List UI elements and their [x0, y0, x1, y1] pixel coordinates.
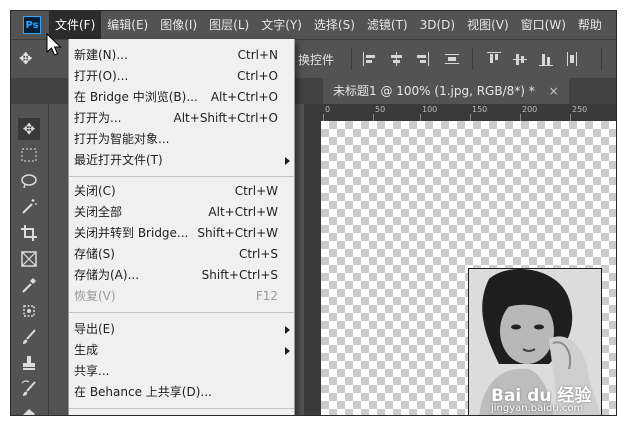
menu-item-browse-bridge[interactable]: 在 Bridge 中浏览(B)... Alt+Ctrl+O [69, 87, 294, 108]
photoshop-window: Ps 文件(F) 编辑(E) 图像(I) 图层(L) 文字(Y) 选择(S) 滤… [10, 10, 617, 416]
menu-item-close-go-bridge[interactable]: 关闭并转到 Bridge... Shift+Ctrl+W [69, 223, 294, 244]
menu-help[interactable]: 帮助 [572, 11, 608, 39]
distribute-icon[interactable] [445, 52, 459, 66]
align-center-icon[interactable] [389, 52, 403, 66]
frame-icon[interactable] [18, 248, 40, 270]
menu-item-open-smart-object[interactable]: 打开为智能对象... [69, 129, 294, 150]
brush-icon[interactable] [18, 326, 40, 348]
lasso-icon[interactable] [18, 170, 40, 192]
menu-image[interactable]: 图像(I) [154, 11, 203, 39]
menu-filter[interactable]: 滤镜(T) [361, 11, 414, 39]
menu-type[interactable]: 文字(Y) [255, 11, 308, 39]
menu-item-new[interactable]: 新建(N)... Ctrl+N [69, 45, 294, 66]
align-left-icon[interactable] [363, 52, 377, 66]
crop-icon[interactable] [18, 222, 40, 244]
submenu-arrow-icon [285, 157, 290, 165]
menu-item-save-as[interactable]: 存储为(A)... Shift+Ctrl+S [69, 265, 294, 286]
marquee-icon[interactable] [18, 144, 40, 166]
eyedropper-icon[interactable] [18, 274, 40, 296]
distribute-vertical-icon[interactable] [565, 52, 579, 66]
menu-separator [69, 408, 294, 409]
menu-view[interactable]: 视图(V) [461, 11, 515, 39]
menu-item-close-all[interactable]: 关闭全部 Alt+Ctrl+W [69, 202, 294, 223]
menubar: Ps 文件(F) 编辑(E) 图像(I) 图层(L) 文字(Y) 选择(S) 滤… [11, 11, 616, 39]
align-middle-icon[interactable] [513, 52, 527, 66]
document-tab-title: 未标题1 @ 100% (1.jpg, RGB/8*) * [333, 84, 535, 98]
menu-item-share-behance[interactable]: 在 Behance 上共享(D)... [69, 382, 294, 403]
mouse-cursor-icon [46, 33, 62, 56]
horizontal-ruler[interactable]: 0 50 100 150 200 250 [304, 104, 616, 121]
menu-layer[interactable]: 图层(L) [203, 11, 255, 39]
submenu-arrow-icon [285, 326, 290, 334]
menu-item-revert: 恢复(V) F12 [74, 289, 278, 303]
separator [472, 48, 473, 70]
ruler-tick-label: 50 [375, 105, 386, 114]
ruler-tick-label: 250 [572, 105, 588, 114]
ruler-tick-label: 100 [422, 105, 438, 114]
vertical-ruler[interactable] [304, 121, 321, 415]
menu-item-open-as[interactable]: 打开为... Alt+Shift+Ctrl+O [69, 108, 294, 129]
align-top-icon[interactable] [487, 52, 501, 66]
watermark-url: jingyan.baidu.com [491, 403, 584, 414]
menu-item-generate[interactable]: 生成 [69, 340, 294, 361]
menu-item-save[interactable]: 存储(S) Ctrl+S [69, 244, 294, 265]
menu-item-open[interactable]: 打开(O)... Ctrl+O [69, 66, 294, 87]
menu-window[interactable]: 窗口(W) [515, 11, 572, 39]
menu-edit[interactable]: 编辑(E) [101, 11, 154, 39]
menu-item-close[interactable]: 关闭(C) Ctrl+W [69, 181, 294, 202]
transform-controls-label[interactable]: 换控件 [298, 51, 334, 68]
submenu-arrow-icon [285, 347, 290, 355]
ps-logo[interactable]: Ps [23, 16, 41, 34]
menu-item-open-recent[interactable]: 最近打开文件(T) [69, 150, 294, 171]
menu-separator [69, 312, 294, 313]
menu-3d[interactable]: 3D(D) [414, 11, 461, 39]
move-tool-preset-icon[interactable]: ✥ [19, 49, 32, 68]
align-right-icon[interactable] [415, 52, 429, 66]
history-brush-icon[interactable] [18, 378, 40, 400]
ruler-tick-label: 200 [522, 105, 538, 114]
menu-select[interactable]: 选择(S) [308, 11, 361, 39]
separator [351, 48, 352, 70]
eraser-icon[interactable] [18, 402, 40, 415]
stamp-icon[interactable] [18, 352, 40, 374]
align-bottom-icon[interactable] [539, 52, 553, 66]
menu-item-share[interactable]: 共享... [69, 361, 294, 382]
ruler-tick-label: 150 [472, 105, 488, 114]
document-tab[interactable]: 未标题1 @ 100% (1.jpg, RGB/8*) * × [323, 78, 569, 104]
file-menu-dropdown: 新建(N)... Ctrl+N 打开(O)... Ctrl+O 在 Bridge… [68, 39, 295, 415]
close-icon[interactable]: × [549, 84, 559, 98]
menu-separator [69, 176, 294, 177]
magic-wand-icon[interactable] [18, 196, 40, 218]
menu-item-export[interactable]: 导出(E) [69, 319, 294, 340]
separator [601, 48, 602, 70]
move-icon[interactable]: ✥ [18, 118, 40, 140]
tools-panel: ✥ [11, 104, 49, 415]
ruler-tick-label: 0 [325, 105, 331, 114]
healing-icon[interactable] [18, 300, 40, 322]
